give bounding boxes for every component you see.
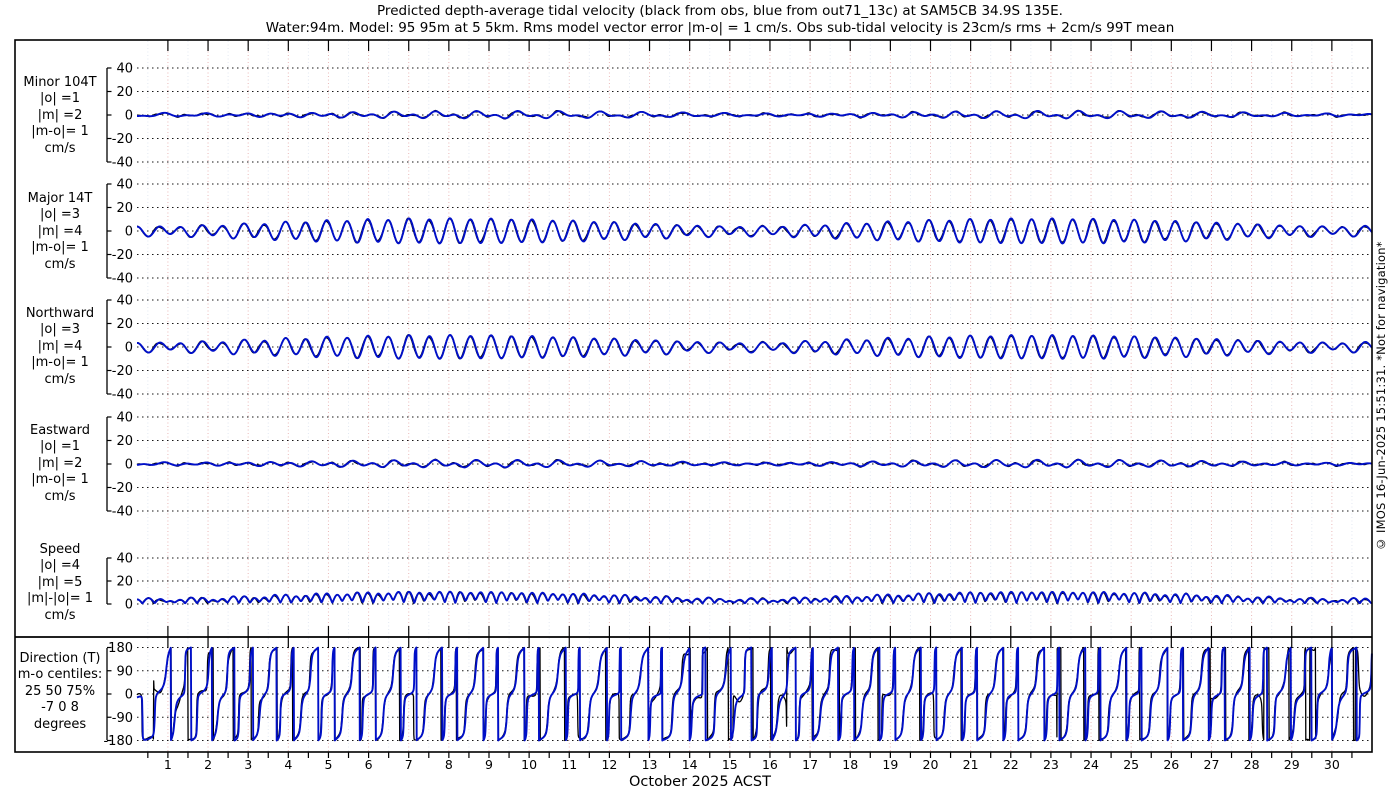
panel-major-title: Major 14T [27, 191, 93, 206]
panel-northward-model-rms: |m| =4 [37, 338, 83, 354]
panel-direction-centile-values: -7 0 8 [41, 700, 79, 716]
panel-minor-model-rms: |m| =2 [37, 107, 83, 123]
svg-text:2: 2 [204, 757, 212, 772]
panel-label-speed: Speed |o| =4 |m| =5 |m|-|o|= 1 cm/s [16, 542, 104, 624]
svg-text:4: 4 [284, 757, 292, 772]
svg-text:0: 0 [125, 109, 133, 124]
svg-text:0: 0 [125, 598, 133, 613]
svg-text:12: 12 [601, 757, 617, 772]
svg-text:40: 40 [116, 411, 133, 426]
svg-text:21: 21 [963, 757, 979, 772]
panel-minor-title: Minor 104T [23, 75, 97, 90]
svg-text:-20: -20 [112, 132, 133, 147]
panel-minor-unit: cm/s [44, 140, 76, 156]
svg-text:October 2025 ACST: October 2025 ACST [629, 774, 771, 790]
panel-label-northward: Northward |o| =3 |m| =4 |m-o|= 1 cm/s [16, 306, 104, 388]
panel-speed-model-rms: |m| =5 [37, 574, 83, 590]
svg-text:16: 16 [762, 757, 778, 772]
svg-text:9: 9 [485, 757, 493, 772]
svg-text:20: 20 [116, 201, 133, 216]
panel-speed-unit: cm/s [44, 607, 76, 623]
svg-text:18: 18 [842, 757, 858, 772]
svg-text:-40: -40 [112, 156, 133, 171]
svg-text:-40: -40 [112, 505, 133, 520]
imos-watermark: © IMOS 16-Jun-2025 15:51:31. *Not for na… [1374, 241, 1388, 551]
svg-text:14: 14 [682, 757, 698, 772]
svg-text:-40: -40 [112, 388, 133, 403]
panel-major-error-rms: |m-o|= 1 [31, 240, 89, 256]
svg-text:13: 13 [642, 757, 658, 772]
svg-text:19: 19 [882, 757, 898, 772]
panel-direction-unit: degrees [33, 716, 87, 732]
panel-label-eastward: Eastward |o| =1 |m| =2 |m-o|= 1 cm/s [16, 423, 104, 505]
panel-label-major: Major 14T |o| =3 |m| =4 |m-o|= 1 cm/s [16, 191, 104, 273]
panel-direction-centile-levels: 25 50 75% [24, 683, 96, 699]
svg-text:22: 22 [1003, 757, 1019, 772]
svg-text:1: 1 [164, 757, 172, 772]
panel-northward-title: Northward [25, 306, 95, 321]
svg-text:-20: -20 [112, 248, 133, 263]
svg-text:20: 20 [116, 434, 133, 449]
panel-speed-obs-rms: |o| =4 [39, 558, 80, 574]
svg-text:15: 15 [722, 757, 738, 772]
tidal-velocity-figure: { "title_line1": "Predicted depth-averag… [0, 0, 1400, 800]
svg-text:40: 40 [116, 178, 133, 193]
panel-northward-unit: cm/s [44, 371, 76, 387]
panel-eastward-error-rms: |m-o|= 1 [31, 472, 89, 488]
panel-eastward-title: Eastward [29, 423, 91, 438]
svg-text:6: 6 [365, 757, 373, 772]
svg-text:0: 0 [125, 688, 133, 703]
panel-direction-title: Direction (T) [19, 651, 101, 666]
panel-label-direction: Direction (T) m-o centiles: 25 50 75% -7… [16, 651, 104, 733]
panel-direction-centiles-caption: m-o centiles: [17, 667, 103, 683]
panel-eastward-unit: cm/s [44, 488, 76, 504]
panel-eastward-obs-rms: |o| =1 [39, 439, 80, 455]
svg-text:-40: -40 [112, 272, 133, 287]
svg-text:40: 40 [116, 62, 133, 77]
panel-label-minor: Minor 104T |o| =1 |m| =2 |m-o|= 1 cm/s [16, 75, 104, 157]
panel-speed-title: Speed [39, 542, 81, 557]
panel-major-unit: cm/s [44, 256, 76, 272]
panel-major-model-rms: |m| =4 [37, 223, 83, 239]
svg-text:-90: -90 [112, 711, 133, 726]
panel-northward-obs-rms: |o| =3 [39, 322, 80, 338]
svg-text:25: 25 [1123, 757, 1139, 772]
svg-text:28: 28 [1244, 757, 1260, 772]
svg-text:5: 5 [324, 757, 332, 772]
svg-text:23: 23 [1043, 757, 1059, 772]
svg-text:0: 0 [125, 225, 133, 240]
panel-major-obs-rms: |o| =3 [39, 207, 80, 223]
svg-text:11: 11 [561, 757, 577, 772]
svg-text:-20: -20 [112, 364, 133, 379]
svg-text:10: 10 [521, 757, 537, 772]
svg-text:3: 3 [244, 757, 252, 772]
svg-text:26: 26 [1163, 757, 1179, 772]
svg-text:-180: -180 [103, 734, 133, 749]
chart-canvas: 40200-20-4040200-20-4040200-20-4040200-2… [14, 39, 1373, 790]
svg-text:24: 24 [1083, 757, 1099, 772]
svg-text:20: 20 [923, 757, 939, 772]
svg-text:30: 30 [1324, 757, 1340, 772]
svg-text:0: 0 [125, 341, 133, 356]
svg-text:90: 90 [116, 664, 133, 679]
panel-minor-error-rms: |m-o|= 1 [31, 124, 89, 140]
svg-text:40: 40 [116, 294, 133, 309]
svg-text:40: 40 [116, 552, 133, 567]
svg-text:20: 20 [116, 317, 133, 332]
svg-text:20: 20 [116, 575, 133, 590]
svg-text:7: 7 [405, 757, 413, 772]
svg-text:0: 0 [125, 458, 133, 473]
svg-text:180: 180 [108, 641, 133, 656]
svg-text:8: 8 [445, 757, 453, 772]
panel-northward-error-rms: |m-o|= 1 [31, 355, 89, 371]
panel-speed-error-rms: |m|-|o|= 1 [26, 591, 94, 607]
svg-text:17: 17 [802, 757, 818, 772]
svg-text:29: 29 [1284, 757, 1300, 772]
svg-text:-20: -20 [112, 481, 133, 496]
panel-minor-obs-rms: |o| =1 [39, 91, 80, 107]
svg-text:27: 27 [1204, 757, 1220, 772]
svg-text:20: 20 [116, 85, 133, 100]
panel-eastward-model-rms: |m| =2 [37, 455, 83, 471]
